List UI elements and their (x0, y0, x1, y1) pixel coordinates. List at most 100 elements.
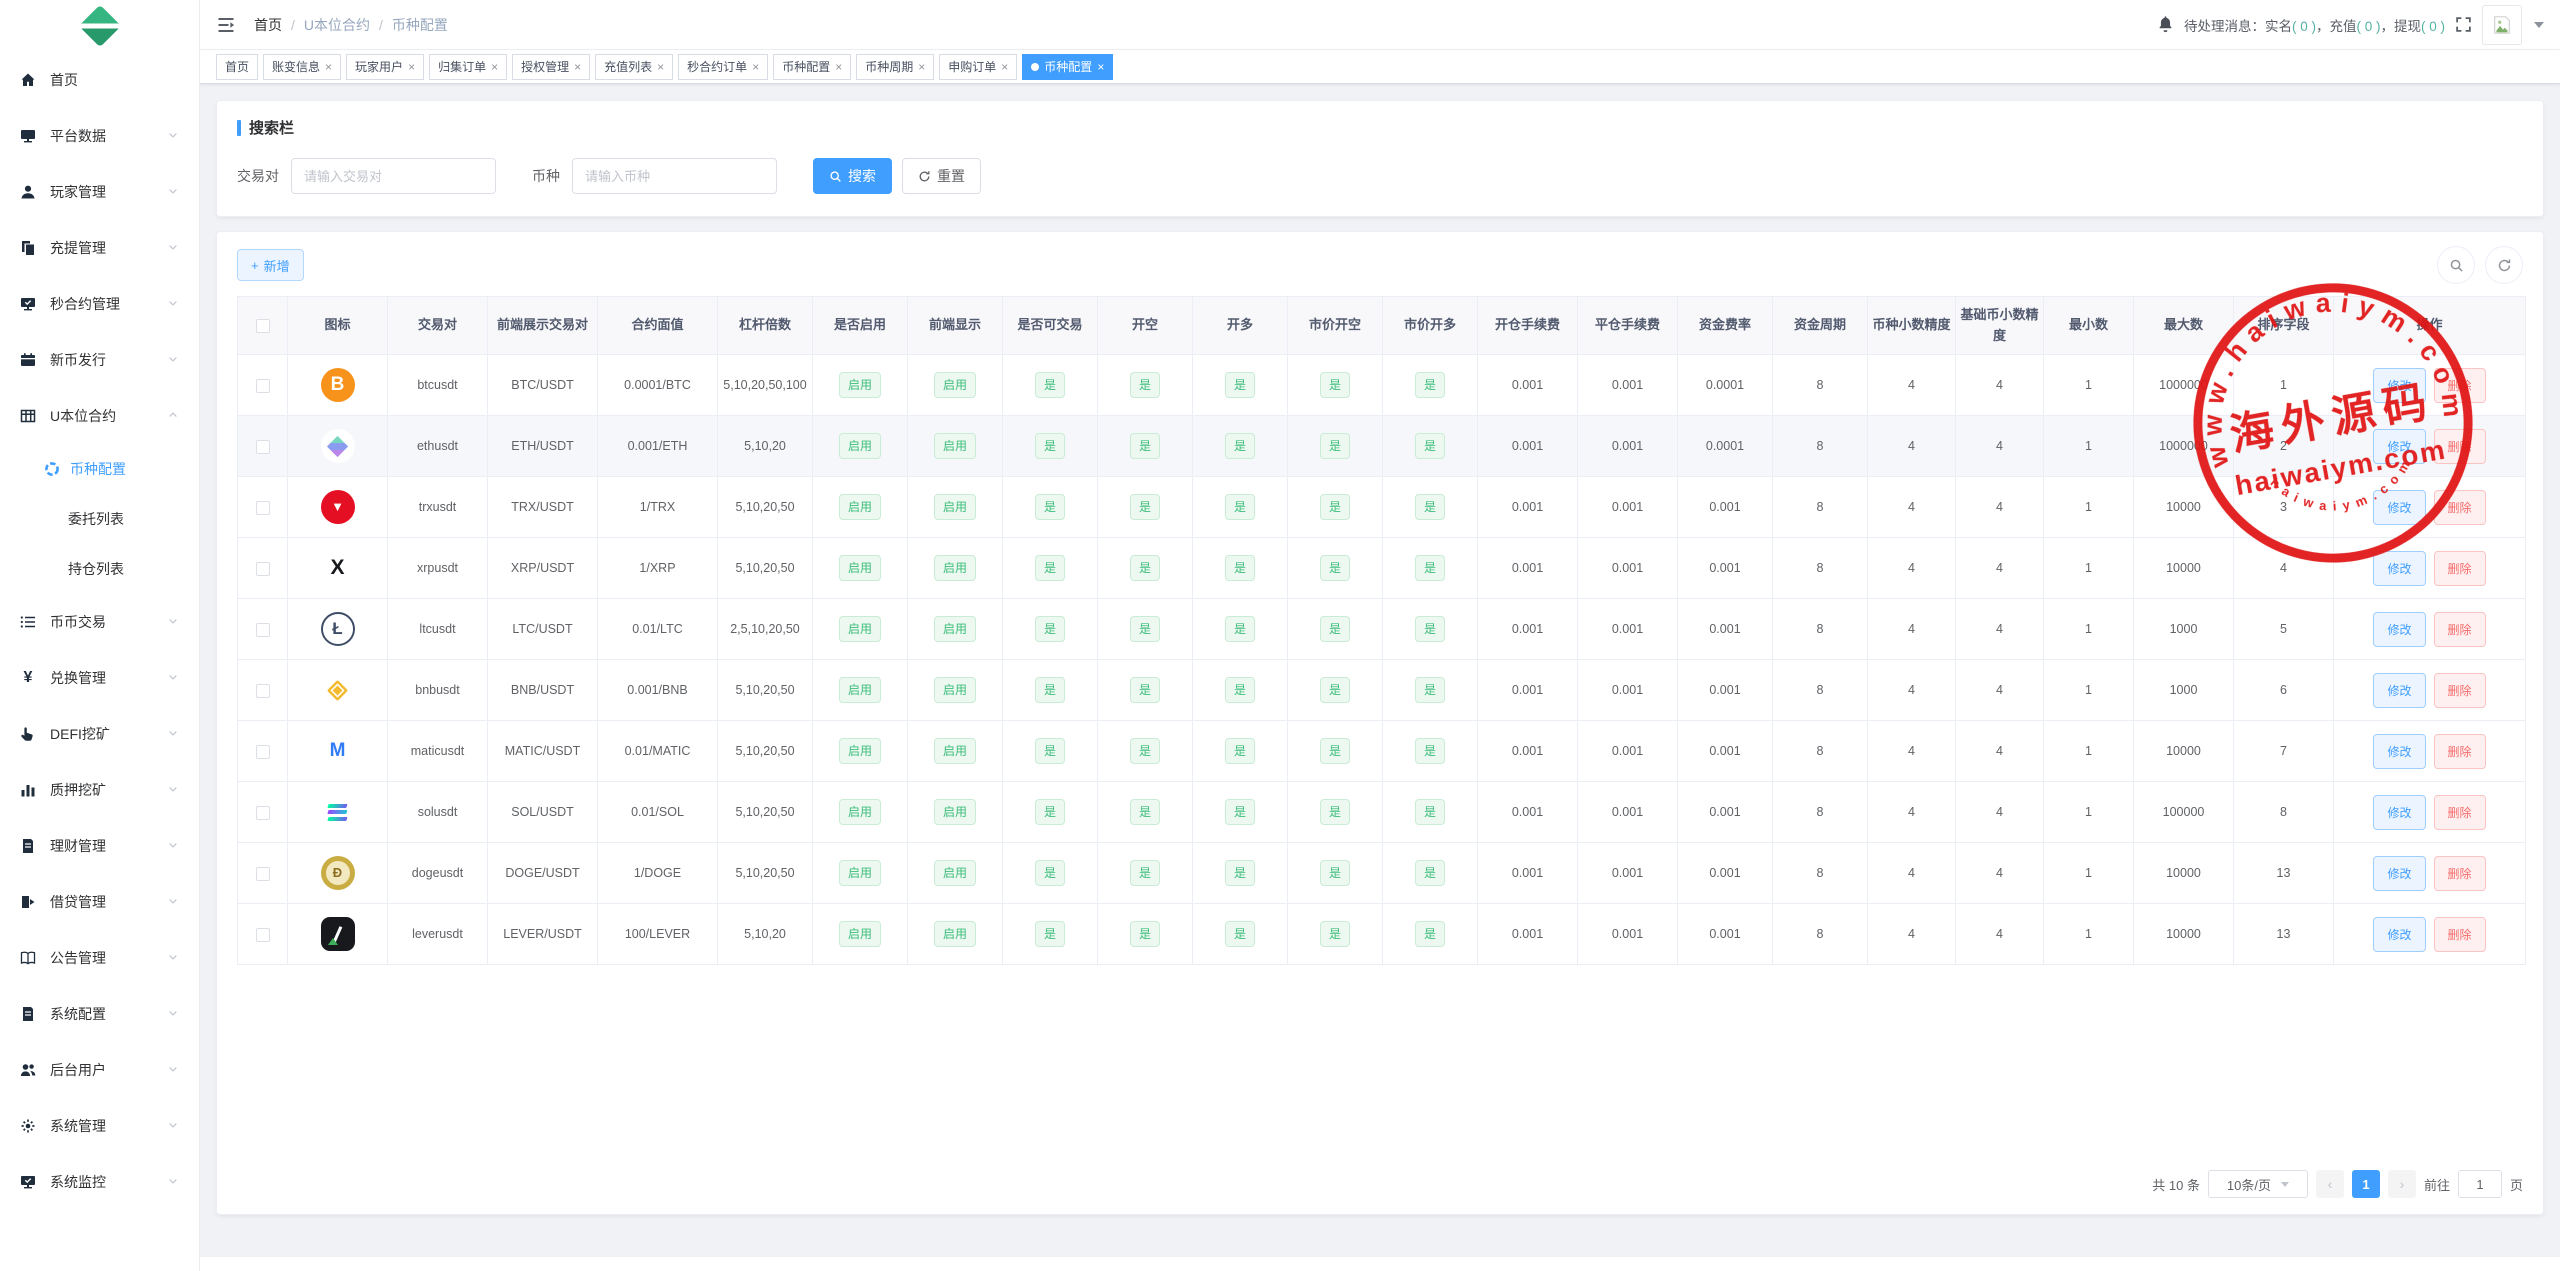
cell-leverage: 5,10,20,50 (718, 538, 813, 599)
sidebar-item-defi-mining[interactable]: DEFI挖矿 (0, 706, 199, 762)
sidebar-item-u-contract[interactable]: U本位合约 (0, 388, 199, 444)
tab-秒合约订单[interactable]: 秒合约订单× (678, 54, 768, 80)
cell-max: 10000 (2134, 721, 2234, 782)
tab-首页[interactable]: 首页 (216, 54, 258, 80)
cell-value: 0.001 (1512, 683, 1543, 697)
sidebar-subitem-entrust-list[interactable]: 委托列表 (0, 494, 199, 544)
sidebar-item-system-config[interactable]: 系统配置 (0, 986, 199, 1042)
row-checkbox[interactable] (256, 745, 270, 759)
edit-button[interactable]: 修改 (2373, 612, 2425, 647)
tab-账变信息[interactable]: 账变信息× (263, 54, 341, 80)
tab-授权管理[interactable]: 授权管理× (512, 54, 590, 80)
pair-input[interactable] (291, 158, 496, 194)
delete-button[interactable]: 删除 (2434, 612, 2486, 647)
chevron-down-icon[interactable] (2534, 22, 2544, 28)
table-search-button[interactable] (2437, 246, 2475, 284)
select-all-checkbox[interactable] (256, 319, 270, 333)
delete-button[interactable]: 删除 (2434, 917, 2486, 952)
edit-button[interactable]: 修改 (2373, 734, 2425, 769)
sidebar-item-home[interactable]: 首页 (0, 52, 199, 108)
sidebar-item-staking-mining[interactable]: 质押挖矿 (0, 762, 199, 818)
row-checkbox[interactable] (256, 806, 270, 820)
edit-button[interactable]: 修改 (2373, 429, 2425, 464)
next-page-button[interactable]: › (2388, 1170, 2416, 1198)
reset-button[interactable]: 重置 (902, 158, 981, 194)
edit-button[interactable]: 修改 (2373, 917, 2425, 952)
tab-币种配置[interactable]: 币种配置× (773, 54, 851, 80)
close-icon[interactable]: × (752, 60, 759, 74)
delete-button[interactable]: 删除 (2434, 856, 2486, 891)
close-icon[interactable]: × (835, 60, 842, 74)
bell-icon[interactable] (2157, 16, 2174, 33)
sidebar-item-system-monitor[interactable]: 系统监控 (0, 1154, 199, 1210)
close-icon[interactable]: × (657, 60, 664, 74)
tab-币种周期[interactable]: 币种周期× (856, 54, 934, 80)
edit-button[interactable]: 修改 (2373, 795, 2425, 830)
close-icon[interactable]: × (918, 60, 925, 74)
tab-币种配置-active[interactable]: 币种配置× (1022, 54, 1113, 80)
edit-button[interactable]: 修改 (2373, 673, 2425, 708)
add-button[interactable]: + 新增 (237, 249, 304, 281)
tab-归集订单[interactable]: 归集订单× (429, 54, 507, 80)
tab-充值列表[interactable]: 充值列表× (595, 54, 673, 80)
edit-button[interactable]: 修改 (2373, 856, 2425, 891)
row-checkbox[interactable] (256, 440, 270, 454)
close-icon[interactable]: × (325, 60, 332, 74)
prev-page-button[interactable]: ‹ (2316, 1170, 2344, 1198)
search-button[interactable]: 搜索 (813, 158, 892, 194)
sidebar-item-exchange-mgmt[interactable]: ¥兑换管理 (0, 650, 199, 706)
cell-market_long: 是 (1383, 416, 1478, 477)
goto-page-input[interactable] (2458, 1170, 2502, 1198)
delete-button[interactable]: 删除 (2434, 490, 2486, 525)
coin-input[interactable] (572, 158, 777, 194)
row-checkbox[interactable] (256, 501, 270, 515)
close-icon[interactable]: × (491, 60, 498, 74)
sidebar-item-spot-trade[interactable]: 币币交易 (0, 594, 199, 650)
delete-button[interactable]: 删除 (2434, 429, 2486, 464)
edit-button[interactable]: 修改 (2373, 551, 2425, 586)
edit-button[interactable]: 修改 (2373, 368, 2425, 403)
delete-button[interactable]: 删除 (2434, 551, 2486, 586)
delete-button[interactable]: 删除 (2434, 795, 2486, 830)
breadcrumb-home[interactable]: 首页 (254, 15, 282, 35)
close-icon[interactable]: × (1097, 60, 1104, 74)
fullscreen-icon[interactable] (2455, 16, 2472, 33)
sidebar-item-lending-mgmt[interactable]: 借贷管理 (0, 874, 199, 930)
close-icon[interactable]: × (574, 60, 581, 74)
sidebar-item-new-coin-issue[interactable]: 新币发行 (0, 332, 199, 388)
row-checkbox[interactable] (256, 562, 270, 576)
row-checkbox[interactable] (256, 928, 270, 942)
close-icon[interactable]: × (1001, 60, 1008, 74)
sidebar-item-second-contract[interactable]: 秒合约管理 (0, 276, 199, 332)
page-size-select[interactable]: 10条/页 (2208, 1170, 2308, 1198)
hamburger-icon[interactable] (216, 15, 236, 35)
sidebar-item-deposit-withdraw[interactable]: 充提管理 (0, 220, 199, 276)
sidebar-item-wealth-mgmt[interactable]: 理财管理 (0, 818, 199, 874)
avatar[interactable] (2482, 5, 2522, 45)
row-checkbox[interactable] (256, 867, 270, 881)
sidebar-item-player-mgmt[interactable]: 玩家管理 (0, 164, 199, 220)
sidebar-subitem-position-list[interactable]: 持仓列表 (0, 544, 199, 594)
sidebar-item-admin-users[interactable]: 后台用户 (0, 1042, 199, 1098)
row-checkbox[interactable] (256, 379, 270, 393)
row-checkbox-cell (238, 538, 288, 599)
current-page-button[interactable]: 1 (2352, 1170, 2380, 1198)
tab-申购订单[interactable]: 申购订单× (939, 54, 1017, 80)
sidebar-subitem-coin-config[interactable]: 币种配置 (0, 444, 199, 494)
delete-button[interactable]: 删除 (2434, 673, 2486, 708)
cell-value: 1 (2085, 866, 2092, 880)
sidebar-item-system-mgmt[interactable]: 系统管理 (0, 1098, 199, 1154)
close-icon[interactable]: × (408, 60, 415, 74)
column-header-label: 交易对 (418, 317, 457, 332)
sidebar-item-platform-data[interactable]: 平台数据 (0, 108, 199, 164)
column-header-label: 图标 (324, 317, 350, 332)
row-checkbox[interactable] (256, 623, 270, 637)
row-checkbox[interactable] (256, 684, 270, 698)
tab-玩家用户[interactable]: 玩家用户× (346, 54, 424, 80)
table-refresh-button[interactable] (2485, 246, 2523, 284)
delete-button[interactable]: 删除 (2434, 368, 2486, 403)
sidebar-item-announcement-mgmt[interactable]: 公告管理 (0, 930, 199, 986)
edit-button[interactable]: 修改 (2373, 490, 2425, 525)
delete-button[interactable]: 删除 (2434, 734, 2486, 769)
chevron-down-icon (167, 240, 179, 256)
